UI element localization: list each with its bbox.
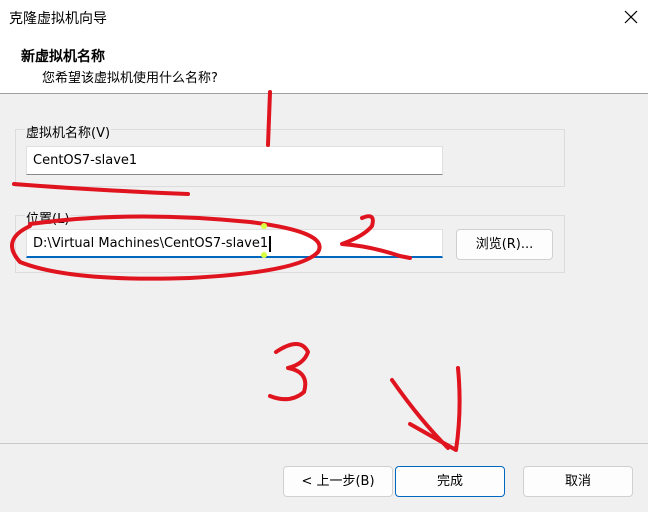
footer-divider — [0, 443, 648, 444]
location-value: D:\Virtual Machines\CentOS7-slave1 — [33, 236, 269, 251]
browse-button[interactable]: 浏览(R)... — [456, 229, 553, 260]
vm-name-label: 虚拟机名称(V) — [25, 122, 112, 141]
location-input[interactable]: D:\Virtual Machines\CentOS7-slave1 — [26, 229, 443, 258]
page-subtitle: 您希望该虚拟机使用什么名称? — [42, 71, 218, 86]
page-title: 新虚拟机名称 — [21, 49, 105, 65]
back-button[interactable]: < 上一步(B) — [283, 466, 393, 497]
finish-button[interactable]: 完成 — [395, 466, 505, 497]
vm-name-input[interactable]: CentOS7-slave1 — [26, 146, 443, 175]
title-bar: 克隆虚拟机向导 — [0, 0, 648, 34]
cancel-button[interactable]: 取消 — [523, 466, 633, 497]
vm-name-value: CentOS7-slave1 — [33, 153, 138, 168]
vm-name-group: 虚拟机名称(V) CentOS7-slave1 — [15, 122, 565, 187]
location-group: 位置(L) D:\Virtual Machines\CentOS7-slave1… — [15, 208, 565, 273]
text-caret — [269, 235, 272, 252]
location-label: 位置(L) — [25, 208, 71, 227]
annotation-arrow — [390, 366, 462, 452]
window-title: 克隆虚拟机向导 — [9, 11, 107, 27]
close-button[interactable] — [614, 0, 648, 34]
wizard-header: 新虚拟机名称 您希望该虚拟机使用什么名称? — [0, 34, 648, 94]
annotation-number-3 — [268, 342, 310, 402]
close-icon — [624, 10, 638, 24]
